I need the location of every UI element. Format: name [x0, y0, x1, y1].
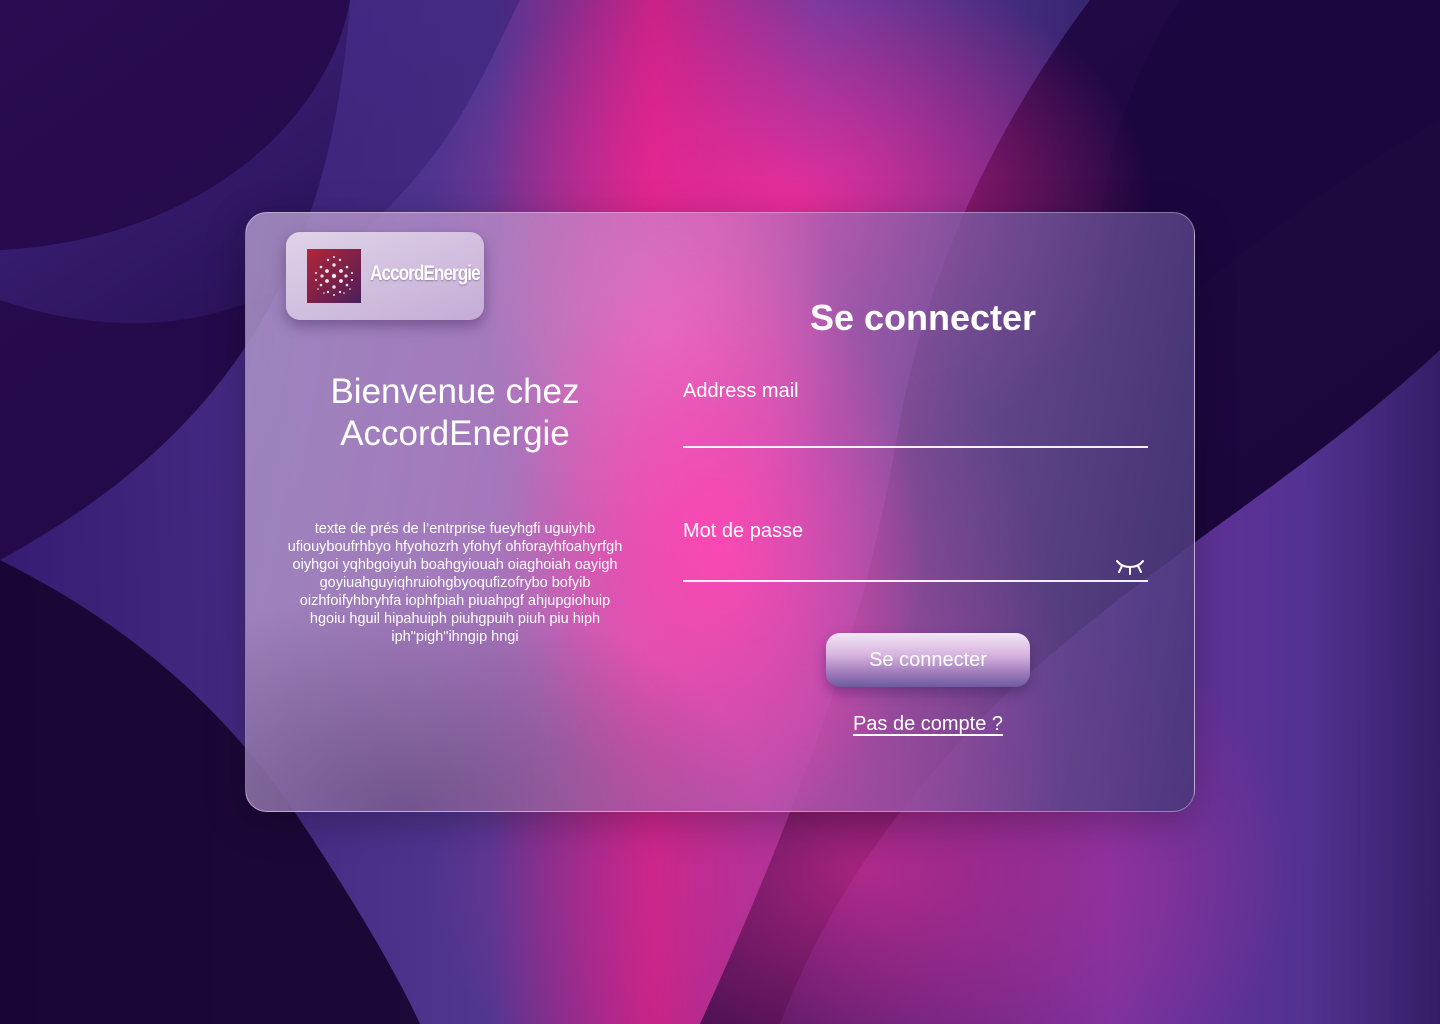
brand-logo: AccordEnergie	[286, 232, 484, 320]
eye-closed-icon[interactable]	[1114, 555, 1146, 579]
password-label: Mot de passe	[683, 520, 804, 542]
login-title: Se connecter	[809, 297, 1037, 338]
welcome-title: Bienvenue chez AccordEnergie	[330, 372, 580, 453]
login-card: AccordEnergie Bienvenue chez AccordEnerg…	[245, 212, 1195, 812]
password-field[interactable]	[683, 546, 1148, 582]
company-description: texte de prés de l’entrprise fueyhgfi ug…	[287, 521, 623, 645]
email-field[interactable]	[683, 412, 1148, 448]
email-label: Address mail	[683, 380, 799, 402]
brand-name: AccordEnergie	[370, 262, 481, 285]
login-button[interactable]: Se connecter	[826, 633, 1030, 687]
signup-link[interactable]: Pas de compte ?	[826, 713, 1030, 736]
globe-dots-icon	[307, 249, 361, 303]
